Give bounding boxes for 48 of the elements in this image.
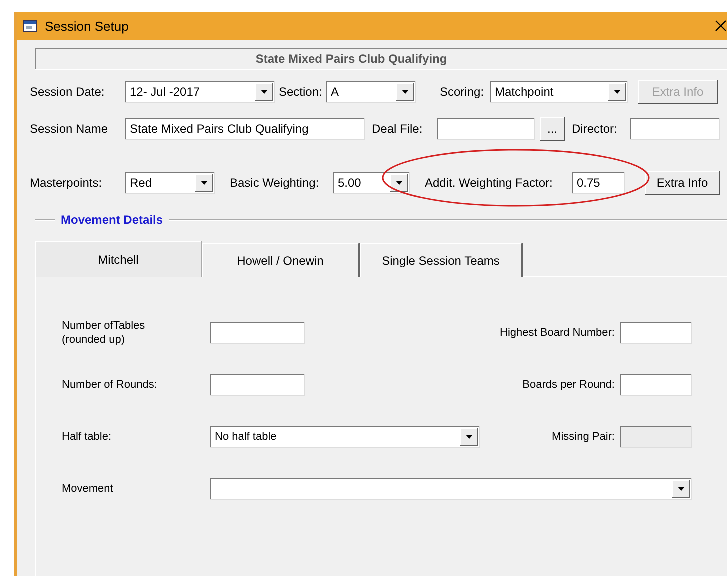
text-field[interactable] <box>630 118 720 140</box>
text-field[interactable] <box>210 374 305 396</box>
caret-icon <box>402 90 408 94</box>
field-label: Number of Rounds: <box>62 378 158 392</box>
field-label: Highest Board Number: <box>499 326 615 340</box>
session-title: State Mixed Pairs Club Qualifying <box>256 52 448 66</box>
field-label: Half table: <box>62 430 113 444</box>
field-label: Masterpoints: <box>30 176 104 190</box>
text-field[interactable] <box>620 322 692 344</box>
text-field[interactable] <box>620 374 692 396</box>
dropdown[interactable]: 5.00 <box>333 172 410 194</box>
dropdown[interactable] <box>210 478 692 500</box>
tab[interactable]: Mitchell <box>35 241 202 277</box>
field-label: Section: <box>279 85 324 99</box>
caret-icon <box>260 90 268 94</box>
field-label: Scoring: <box>440 85 486 99</box>
field-label: Addit. Weighting Factor: <box>425 176 554 190</box>
tab[interactable]: Howell / Onewin <box>202 243 360 277</box>
caret-icon <box>614 90 620 94</box>
dropdown[interactable]: 12- Jul -2017 <box>125 81 275 103</box>
tab[interactable]: Single Session Teams <box>360 243 523 277</box>
field-label: Missing Pair: <box>551 430 615 444</box>
caret-icon <box>200 181 208 185</box>
window-title: Session Setup <box>45 18 129 34</box>
field-label: Basic Weighting: <box>230 176 320 190</box>
text-field[interactable]: State Mixed Pairs Club Qualifying <box>125 118 365 140</box>
close-icon[interactable] <box>715 20 727 32</box>
field-label: Session Name <box>30 122 110 136</box>
field-label: Session Date: <box>30 85 106 99</box>
action-button[interactable]: Extra Info <box>645 171 720 195</box>
caret-icon <box>396 181 402 185</box>
caret-icon <box>466 435 472 439</box>
field-label: Movement <box>62 482 114 496</box>
dropdown[interactable]: A <box>326 81 416 103</box>
dropdown[interactable]: Matchpoint <box>490 81 628 103</box>
window-icon <box>23 20 37 32</box>
text-field[interactable] <box>210 322 305 344</box>
field-label: Number ofTables (rounded up) <box>62 319 146 347</box>
dropdown[interactable]: Red <box>125 172 215 194</box>
group-title: Movement Details <box>61 213 164 227</box>
field-label: Deal File: <box>372 122 424 136</box>
browse-button[interactable]: ... <box>540 117 565 141</box>
field-label: Boards per Round: <box>522 378 615 392</box>
caret-icon <box>678 487 684 491</box>
dropdown[interactable]: No half table <box>210 426 480 448</box>
text-field[interactable] <box>437 118 535 140</box>
field-label: Director: <box>572 122 618 136</box>
text-field[interactable]: 0.75 <box>572 172 625 194</box>
